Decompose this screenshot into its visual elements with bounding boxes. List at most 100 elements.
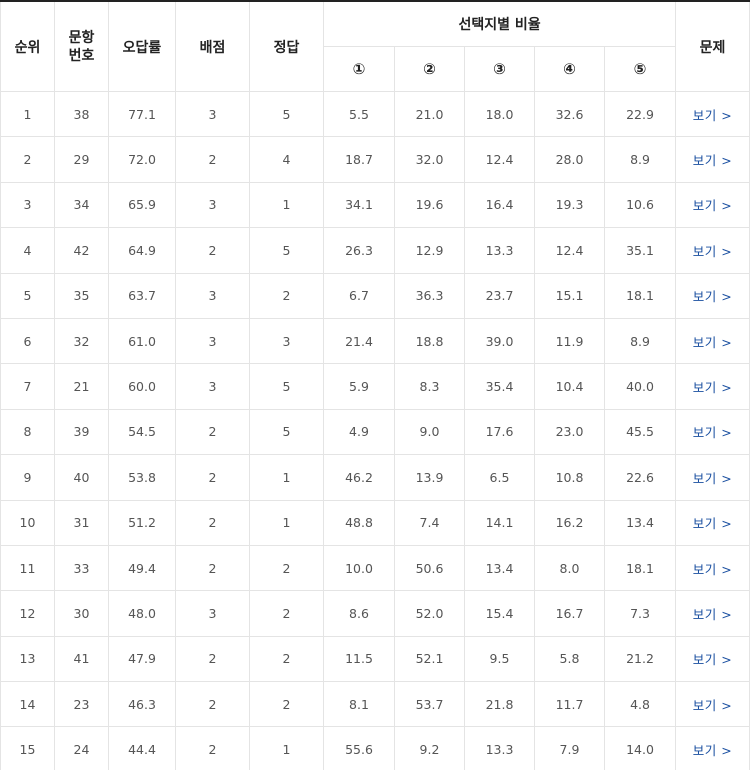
cell-choice-3: 39.0 bbox=[464, 318, 535, 365]
header-question-number-line1: 문항 bbox=[68, 29, 95, 46]
cell-answer: 3 bbox=[249, 318, 324, 365]
cell-answer: 1 bbox=[249, 454, 324, 501]
view-problem-link[interactable]: 보기 > bbox=[693, 698, 732, 713]
cell-choice-3: 13.4 bbox=[464, 545, 535, 592]
cell-points: 3 bbox=[175, 273, 250, 319]
cell-choice-4: 23.0 bbox=[534, 409, 605, 456]
cell-rank: 12 bbox=[0, 590, 55, 637]
cell-choice-1: 21.4 bbox=[323, 318, 395, 365]
cell-error-rate: 51.2 bbox=[108, 500, 176, 546]
header-error-rate: 오답률 bbox=[108, 0, 176, 92]
cell-question-number: 29 bbox=[54, 136, 109, 183]
cell-points: 2 bbox=[175, 545, 250, 592]
cell-choice-3: 14.1 bbox=[464, 500, 535, 546]
header-choice-1: ① bbox=[323, 46, 395, 92]
view-problem-link[interactable]: 보기 > bbox=[693, 335, 732, 350]
cell-rank: 2 bbox=[0, 136, 55, 183]
view-problem-link[interactable]: 보기 > bbox=[693, 153, 732, 168]
cell-choice-2: 9.2 bbox=[394, 726, 465, 770]
cell-question-number: 24 bbox=[54, 726, 109, 770]
cell-error-rate: 77.1 bbox=[108, 91, 176, 138]
view-problem-link[interactable]: 보기 > bbox=[693, 198, 732, 213]
cell-choice-4: 11.9 bbox=[534, 318, 605, 365]
cell-rank: 14 bbox=[0, 681, 55, 728]
cell-rank: 3 bbox=[0, 182, 55, 229]
cell-choice-5: 13.4 bbox=[604, 500, 677, 546]
table-row: 1 38 77.1 3 5 5.5 21.0 18.0 32.6 22.9 보기 > bbox=[0, 91, 750, 138]
cell-question-number: 31 bbox=[54, 500, 109, 546]
view-problem-link[interactable]: 보기 > bbox=[693, 516, 732, 531]
cell-error-rate: 53.8 bbox=[108, 454, 176, 501]
cell-choice-2: 8.3 bbox=[394, 363, 465, 410]
table-row: 14 23 46.3 2 2 8.1 53.7 21.8 11.7 4.8 보기 > bbox=[0, 681, 750, 728]
cell-question-number: 30 bbox=[54, 590, 109, 637]
cell-rank: 5 bbox=[0, 273, 55, 319]
cell-choice-2: 7.4 bbox=[394, 500, 465, 546]
cell-choice-2: 9.0 bbox=[394, 409, 465, 456]
view-problem-link[interactable]: 보기 > bbox=[693, 425, 732, 440]
view-problem-link[interactable]: 보기 > bbox=[693, 380, 732, 395]
cell-choice-3: 9.5 bbox=[464, 636, 535, 683]
view-problem-link[interactable]: 보기 > bbox=[693, 743, 732, 758]
view-problem-link[interactable]: 보기 > bbox=[693, 289, 732, 304]
error-rate-table-view: 순위 문항 번호 오답률 배점 정답 선택지별 비율 문제 ① ② ③ ④ ⑤ bbox=[0, 0, 750, 770]
cell-choice-3: 23.7 bbox=[464, 273, 535, 319]
view-problem-link[interactable]: 보기 > bbox=[693, 108, 732, 123]
cell-choice-1: 8.1 bbox=[323, 681, 395, 728]
cell-error-rate: 46.3 bbox=[108, 681, 176, 728]
cell-choice-5: 8.9 bbox=[604, 136, 677, 183]
cell-choice-2: 52.1 bbox=[394, 636, 465, 683]
cell-error-rate: 63.7 bbox=[108, 273, 176, 319]
cell-choice-3: 12.4 bbox=[464, 136, 535, 183]
cell-choice-4: 16.7 bbox=[534, 590, 605, 637]
cell-choice-4: 11.7 bbox=[534, 681, 605, 728]
cell-question-number: 41 bbox=[54, 636, 109, 683]
cell-answer: 5 bbox=[249, 363, 324, 410]
table-row: 7 21 60.0 3 5 5.9 8.3 35.4 10.4 40.0 보기 > bbox=[0, 363, 750, 410]
cell-error-rate: 44.4 bbox=[108, 726, 176, 770]
cell-answer: 2 bbox=[249, 273, 324, 319]
error-rate-table: 순위 문항 번호 오답률 배점 정답 선택지별 비율 문제 ① ② ③ ④ ⑤ bbox=[0, 0, 750, 770]
cell-choice-4: 10.4 bbox=[534, 363, 605, 410]
view-problem-link[interactable]: 보기 > bbox=[693, 244, 732, 259]
cell-rank: 9 bbox=[0, 454, 55, 501]
table-row: 5 35 63.7 3 2 6.7 36.3 23.7 15.1 18.1 보기 > bbox=[0, 273, 750, 319]
cell-answer: 2 bbox=[249, 636, 324, 683]
cell-choice-5: 18.1 bbox=[604, 273, 677, 319]
cell-points: 3 bbox=[175, 182, 250, 229]
cell-choice-1: 34.1 bbox=[323, 182, 395, 229]
cell-question-number: 34 bbox=[54, 182, 109, 229]
cell-question-number: 40 bbox=[54, 454, 109, 501]
header-choice-2: ② bbox=[394, 46, 465, 92]
cell-choice-1: 46.2 bbox=[323, 454, 395, 501]
cell-choice-5: 7.3 bbox=[604, 590, 677, 637]
cell-error-rate: 47.9 bbox=[108, 636, 176, 683]
cell-question-number: 38 bbox=[54, 91, 109, 138]
cell-choice-5: 8.9 bbox=[604, 318, 677, 365]
table-row: 4 42 64.9 2 5 26.3 12.9 13.3 12.4 35.1 보기 > bbox=[0, 227, 750, 274]
cell-choice-2: 21.0 bbox=[394, 91, 465, 138]
view-problem-link[interactable]: 보기 > bbox=[693, 471, 732, 486]
cell-choice-5: 10.6 bbox=[604, 182, 677, 229]
cell-choice-5: 35.1 bbox=[604, 227, 677, 274]
cell-points: 2 bbox=[175, 681, 250, 728]
view-problem-link[interactable]: 보기 > bbox=[693, 607, 732, 622]
cell-error-rate: 64.9 bbox=[108, 227, 176, 274]
cell-choice-5: 21.2 bbox=[604, 636, 677, 683]
cell-rank: 15 bbox=[0, 726, 55, 770]
cell-choice-3: 6.5 bbox=[464, 454, 535, 501]
cell-choice-2: 53.7 bbox=[394, 681, 465, 728]
view-problem-link[interactable]: 보기 > bbox=[693, 562, 732, 577]
header-question-number: 문항 번호 bbox=[54, 0, 109, 92]
cell-problem: 보기 > bbox=[675, 182, 750, 229]
view-problem-link[interactable]: 보기 > bbox=[693, 652, 732, 667]
cell-points: 3 bbox=[175, 91, 250, 138]
cell-question-number: 42 bbox=[54, 227, 109, 274]
cell-problem: 보기 > bbox=[675, 590, 750, 637]
cell-answer: 2 bbox=[249, 590, 324, 637]
cell-rank: 1 bbox=[0, 91, 55, 138]
table-row: 3 34 65.9 3 1 34.1 19.6 16.4 19.3 10.6 보기 > bbox=[0, 182, 750, 229]
cell-points: 2 bbox=[175, 500, 250, 546]
cell-answer: 5 bbox=[249, 227, 324, 274]
cell-problem: 보기 > bbox=[675, 726, 750, 770]
